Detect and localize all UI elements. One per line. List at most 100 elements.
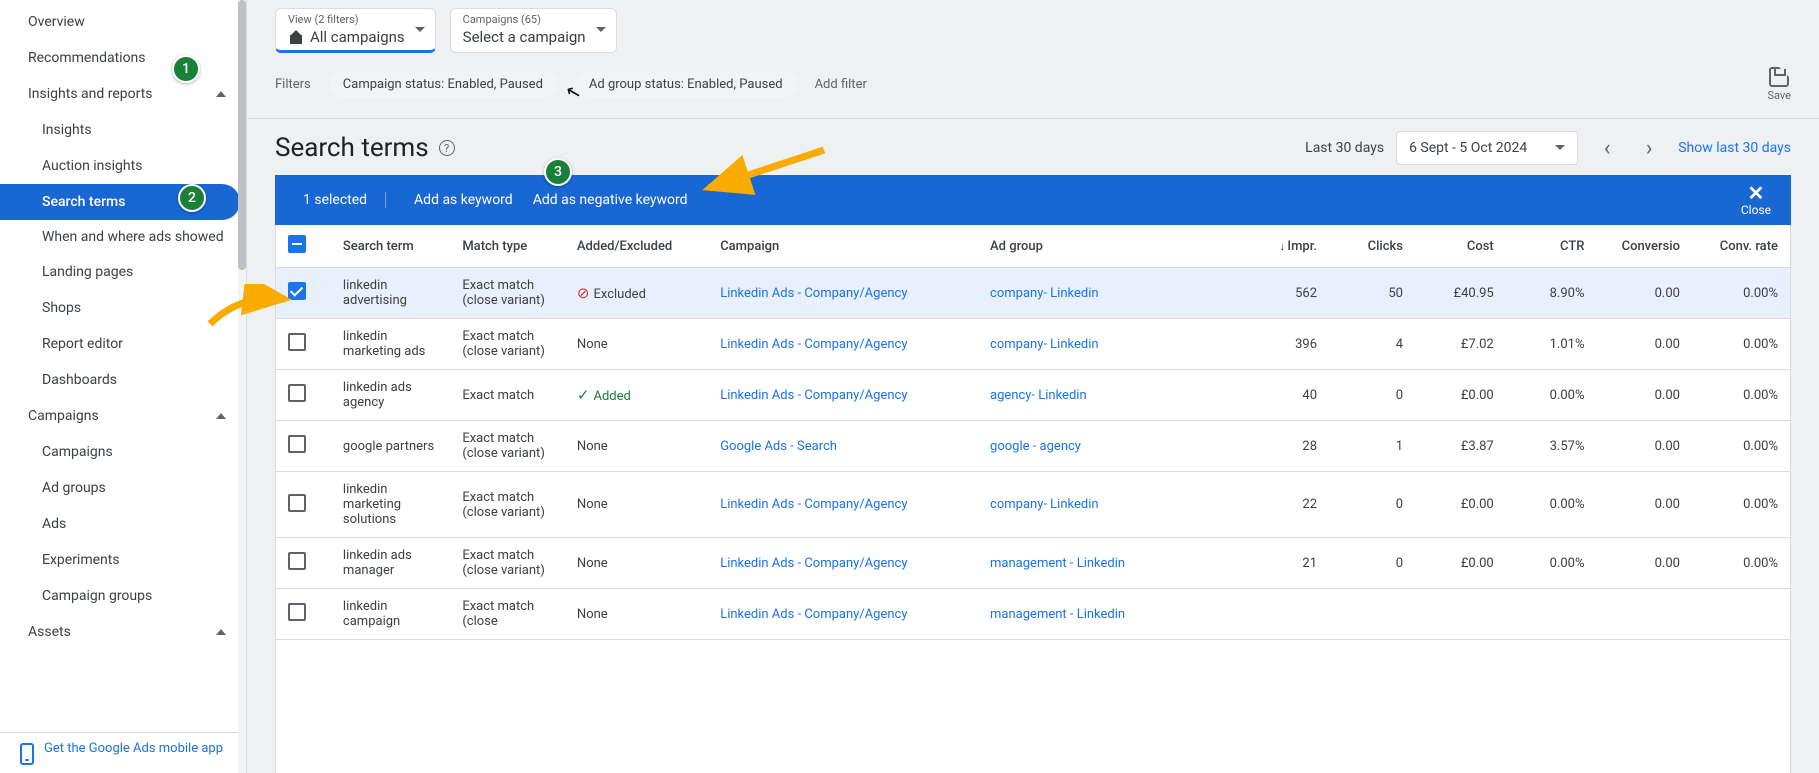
save-button[interactable]: Save bbox=[1767, 67, 1791, 102]
col-ad-group[interactable]: Ad group bbox=[978, 225, 1241, 268]
cell-ctr: 0.00% bbox=[1506, 472, 1597, 538]
cell-clicks bbox=[1329, 589, 1415, 640]
col-conv-rate[interactable]: Conv. rate bbox=[1692, 225, 1790, 268]
caret-down-icon bbox=[596, 27, 606, 37]
added-icon: ✓ bbox=[577, 386, 590, 404]
col-ctr[interactable]: CTR bbox=[1506, 225, 1597, 268]
nav-campaigns-section-label: Campaigns bbox=[28, 408, 99, 424]
nav-insights-reports-label: Insights and reports bbox=[28, 86, 153, 102]
nav-recommendations[interactable]: Recommendations bbox=[0, 40, 246, 76]
nav-experiments[interactable]: Experiments bbox=[0, 542, 246, 578]
cell-search-term: linkedin marketing ads bbox=[331, 319, 450, 370]
campaign-link[interactable]: Linkedin Ads - Company/Agency bbox=[720, 388, 907, 403]
adgroup-link[interactable]: company- Linkedin bbox=[990, 337, 1099, 352]
col-impressions[interactable]: ↓Impr. bbox=[1241, 225, 1329, 268]
nav-campaigns-section[interactable]: Campaigns bbox=[0, 398, 246, 434]
cell-conversions: 0.00 bbox=[1596, 319, 1692, 370]
annotation-badge-2: 2 bbox=[178, 184, 206, 212]
row-checkbox[interactable] bbox=[288, 384, 306, 402]
cell-match-type: Exact match (close bbox=[450, 589, 565, 640]
adgroup-link[interactable]: management - Linkedin bbox=[990, 607, 1125, 622]
cell-ctr: 3.57% bbox=[1506, 421, 1597, 472]
add-as-keyword-button[interactable]: Add as keyword bbox=[404, 192, 523, 208]
adgroup-link[interactable]: company- Linkedin bbox=[990, 286, 1099, 301]
row-checkbox[interactable] bbox=[288, 435, 306, 453]
annotation-arrow-negative bbox=[694, 140, 834, 200]
nav-campaign-groups[interactable]: Campaign groups bbox=[0, 578, 246, 614]
col-campaign[interactable]: Campaign bbox=[708, 225, 978, 268]
campaign-selector-label: Campaigns (65) bbox=[463, 13, 586, 26]
cell-impr: 28 bbox=[1241, 421, 1329, 472]
row-checkbox[interactable] bbox=[288, 333, 306, 351]
show-last-30-link[interactable]: Show last 30 days bbox=[1678, 140, 1791, 156]
col-match-type[interactable]: Match type bbox=[450, 225, 565, 268]
campaign-link[interactable]: Linkedin Ads - Company/Agency bbox=[720, 556, 907, 571]
campaign-link[interactable]: Google Ads - Search bbox=[720, 439, 837, 454]
cell-clicks: 4 bbox=[1329, 319, 1415, 370]
campaign-link[interactable]: Linkedin Ads - Company/Agency bbox=[720, 607, 907, 622]
col-impressions-label: Impr. bbox=[1287, 239, 1317, 254]
table-row: linkedin campaignExact match (closeNoneL… bbox=[276, 589, 1790, 640]
view-selector[interactable]: View (2 filters) All campaigns bbox=[275, 8, 436, 53]
col-cost[interactable]: Cost bbox=[1415, 225, 1506, 268]
add-filter-button[interactable]: Add filter bbox=[815, 77, 867, 92]
nav-dashboards[interactable]: Dashboards bbox=[0, 362, 246, 398]
cell-status: None bbox=[565, 421, 708, 472]
nav-auction-insights[interactable]: Auction insights bbox=[0, 148, 246, 184]
nav-assets-section-label: Assets bbox=[28, 624, 71, 640]
cell-conv-rate: 0.00% bbox=[1692, 472, 1790, 538]
mobile-app-link[interactable]: Get the Google Ads mobile app bbox=[0, 732, 246, 773]
cell-clicks: 50 bbox=[1329, 268, 1415, 319]
cell-match-type: Exact match (close variant) bbox=[450, 319, 565, 370]
adgroup-link[interactable]: google - agency bbox=[990, 439, 1081, 454]
campaign-selector-value: Select a campaign bbox=[463, 28, 586, 46]
nav-campaigns[interactable]: Campaigns bbox=[0, 434, 246, 470]
add-as-negative-keyword-button[interactable]: Add as negative keyword bbox=[523, 192, 698, 208]
col-conversions[interactable]: Conversio bbox=[1596, 225, 1692, 268]
adgroup-link[interactable]: agency- Linkedin bbox=[990, 388, 1087, 403]
nav-when-where[interactable]: When and where ads showed bbox=[0, 220, 246, 254]
date-range-value: 6 Sept - 5 Oct 2024 bbox=[1409, 140, 1527, 156]
cell-conversions: 0.00 bbox=[1596, 268, 1692, 319]
col-clicks[interactable]: Clicks bbox=[1329, 225, 1415, 268]
cell-conversions: 0.00 bbox=[1596, 370, 1692, 421]
cell-clicks: 0 bbox=[1329, 472, 1415, 538]
chevron-up-icon bbox=[216, 629, 226, 635]
campaign-link[interactable]: Linkedin Ads - Company/Agency bbox=[720, 497, 907, 512]
col-added-excluded[interactable]: Added/Excluded bbox=[565, 225, 708, 268]
row-checkbox[interactable] bbox=[288, 494, 306, 512]
status-label: Added bbox=[594, 389, 631, 404]
col-search-term[interactable]: Search term bbox=[331, 225, 450, 268]
close-selection-button[interactable]: ✕ Close bbox=[1741, 183, 1771, 217]
campaign-link[interactable]: Linkedin Ads - Company/Agency bbox=[720, 286, 907, 301]
sidebar-scrollbar-thumb[interactable] bbox=[238, 0, 246, 270]
filter-chip-campaign-status[interactable]: Campaign status: Enabled, Paused bbox=[329, 71, 557, 98]
nav-ad-groups[interactable]: Ad groups bbox=[0, 470, 246, 506]
nav-insights[interactable]: Insights bbox=[0, 112, 246, 148]
date-range-picker[interactable]: 6 Sept - 5 Oct 2024 bbox=[1396, 131, 1578, 165]
nav-assets-section[interactable]: Assets bbox=[0, 614, 246, 650]
nav-overview[interactable]: Overview bbox=[0, 4, 246, 40]
select-all-checkbox[interactable] bbox=[288, 235, 306, 253]
row-checkbox[interactable] bbox=[288, 603, 306, 621]
row-checkbox[interactable] bbox=[288, 552, 306, 570]
cell-match-type: Exact match (close variant) bbox=[450, 472, 565, 538]
adgroup-link[interactable]: management - Linkedin bbox=[990, 556, 1125, 571]
cell-ctr: 0.00% bbox=[1506, 538, 1597, 589]
nav-ads[interactable]: Ads bbox=[0, 506, 246, 542]
adgroup-link[interactable]: company- Linkedin bbox=[990, 497, 1099, 512]
prev-period-button[interactable]: ‹ bbox=[1590, 131, 1624, 165]
nav-insights-reports[interactable]: Insights and reports bbox=[0, 76, 246, 112]
help-icon[interactable]: ? bbox=[439, 140, 455, 156]
cell-search-term: linkedin ads manager bbox=[331, 538, 450, 589]
campaign-selector[interactable]: Campaigns (65) Select a campaign bbox=[450, 8, 617, 53]
cell-conv-rate bbox=[1692, 589, 1790, 640]
cell-ctr: 0.00% bbox=[1506, 370, 1597, 421]
filter-chip-adgroup-status[interactable]: Ad group status: Enabled, Paused bbox=[575, 71, 797, 98]
status-label: None bbox=[577, 497, 608, 512]
next-period-button[interactable]: › bbox=[1632, 131, 1666, 165]
cell-conv-rate: 0.00% bbox=[1692, 319, 1790, 370]
annotation-badge-1: 1 bbox=[172, 55, 200, 83]
status-label: None bbox=[577, 607, 608, 622]
campaign-link[interactable]: Linkedin Ads - Company/Agency bbox=[720, 337, 907, 352]
